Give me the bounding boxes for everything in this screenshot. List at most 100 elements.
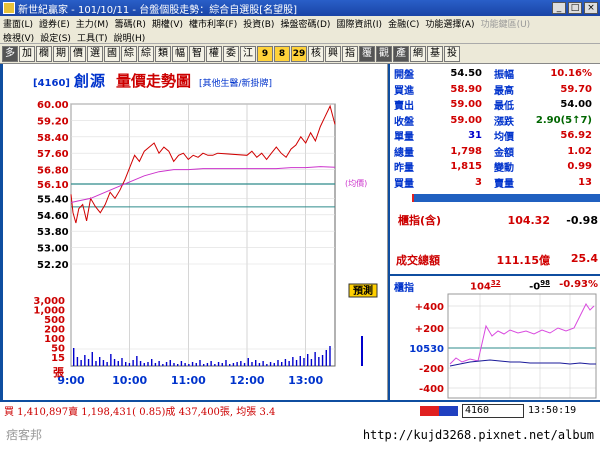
menu-item-row1-1[interactable]: 證券(E) [39, 17, 70, 30]
volume-bar [128, 363, 131, 366]
toolbar-button-17[interactable]: 29 [291, 45, 307, 62]
menu-item-row2-2[interactable]: 工具(T) [77, 31, 108, 44]
toolbar-button-3[interactable]: 期 [53, 45, 69, 62]
volume-bar [266, 364, 268, 366]
quote-value: 0.99 [567, 161, 592, 173]
toolbar-button-1[interactable]: 加 [19, 45, 35, 62]
toolbar-button-26[interactable]: 投 [444, 45, 460, 62]
volume-bar [206, 363, 209, 366]
quote-row: 收盤 59.00 漲跌 2.90(5↑7) [390, 113, 600, 129]
menu-item-row2-3[interactable]: 說明(H) [113, 31, 145, 44]
toolbar-button-7[interactable]: 綜 [121, 45, 137, 62]
price-line [70, 104, 336, 224]
menu-item-row1-0[interactable]: 畫面(L) [3, 17, 33, 30]
toolbar-button-18[interactable]: 核 [308, 45, 324, 62]
menu-item-row1-3[interactable]: 籌碼(R) [115, 17, 146, 30]
volume-unit-label: 張 [53, 366, 65, 379]
price-tick-label: 56.10 [37, 180, 69, 191]
volume-bar [214, 364, 216, 366]
menu-item-row1-10[interactable]: 功能選擇(A) [425, 17, 474, 30]
menu-item-row1-7[interactable]: 操盤密碼(D) [280, 17, 330, 30]
volume-bar [76, 357, 79, 366]
toolbar-button-22[interactable]: 觀 [376, 45, 392, 62]
watermark: 痞客邦 http://kujd3268.pixnet.net/album [0, 419, 600, 450]
volume-bar [232, 363, 235, 366]
quote-row: 總量 1,798 金額 1.02 [390, 144, 600, 160]
toolbar-button-21[interactable]: 覆 [359, 45, 375, 62]
menu-item-row1-9[interactable]: 金融(C) [388, 17, 419, 30]
toolbar-button-24[interactable]: 網 [410, 45, 426, 62]
toolbar-button-25[interactable]: 基 [427, 45, 443, 62]
volume-bar [177, 364, 179, 366]
toolbar-button-2[interactable]: 欄 [36, 45, 52, 62]
clock: 13:50:19 [528, 405, 577, 416]
volume-bar [195, 363, 197, 366]
toolbar-button-23[interactable]: 產 [393, 45, 409, 62]
volume-bar [221, 363, 223, 366]
toolbar-button-10[interactable]: 幅 [172, 45, 188, 62]
mini-tick-label: +400 [415, 302, 444, 313]
close-button[interactable]: × [584, 2, 598, 14]
time-tick-label: 12:00 [229, 374, 264, 387]
time-tick-label: 10:00 [112, 374, 147, 387]
toolbar-button-4[interactable]: 價 [70, 45, 86, 62]
plot-frame [70, 103, 336, 367]
menu-item-row1-6[interactable]: 投資(B) [243, 17, 274, 30]
toolbar-button-9[interactable]: 類 [155, 45, 171, 62]
menu-item-row2-0[interactable]: 檢視(V) [3, 31, 34, 44]
toolbar-button-14[interactable]: 江 [240, 45, 256, 62]
quote-panel: 開盤 54.50 振幅 10.16% 買進 58.90 最高 59.70 賣出 59.00 最低 54… [388, 64, 600, 400]
volume-bar [210, 361, 212, 366]
quote-value: 54.00 [560, 99, 592, 111]
volume-bar [121, 358, 123, 366]
chart-canvas: 9:00 10:00 11:00 12:00 13:0060.0059.2058.405… [33, 100, 378, 387]
menu-item-row1-8[interactable]: 國際資訊(I) [336, 17, 382, 30]
toolbar-button-13[interactable]: 委 [223, 45, 239, 62]
industry-link[interactable]: [其他生醫/新掛牌] [199, 76, 272, 89]
index-change: -0.98 [566, 213, 598, 227]
volume-bar [318, 357, 320, 366]
toolbar-button-6[interactable]: 國 [104, 45, 120, 62]
toolbar-button-5[interactable]: 選 [87, 45, 103, 62]
toolbar-button-12[interactable]: 權 [206, 45, 222, 62]
volume-bar [143, 363, 145, 366]
quote-value: 59.00 [450, 99, 482, 111]
volume-bar [188, 364, 190, 366]
panel-divider [390, 194, 600, 202]
menu-item-row1-2[interactable]: 主力(M) [76, 17, 109, 30]
mini-index-line [449, 303, 595, 365]
volume-bar [158, 361, 160, 366]
volume-bar [269, 362, 272, 366]
toolbar-button-0[interactable]: 多 [2, 45, 18, 62]
stock-name: 創源 [73, 72, 106, 90]
quote-value: 1,798 [450, 145, 482, 157]
quote-value: 3 [475, 176, 482, 188]
toolbar-button-11[interactable]: 智 [189, 45, 205, 62]
volume-bar [240, 361, 242, 366]
toolbar-button-20[interactable]: 指 [342, 45, 358, 62]
menu-item-row1-11[interactable]: 功能鍵區(U) [481, 17, 531, 30]
volume-bar [203, 364, 205, 366]
volume-bar [361, 336, 363, 366]
quote-value: 2.90(5↑7) [535, 114, 592, 126]
menu-item-row1-5[interactable]: 權市利率(F) [189, 17, 237, 30]
menu-item-row1-4[interactable]: 期權(V) [152, 17, 183, 30]
mini-frame [447, 293, 597, 399]
quote-value: 56.92 [560, 130, 592, 142]
volume-bar [151, 359, 153, 366]
stock-code-input[interactable] [462, 403, 524, 418]
toolbar-button-8[interactable]: 綜 [138, 45, 154, 62]
volume-bar [281, 362, 283, 366]
minimize-button[interactable]: _ [552, 2, 566, 14]
price-tick-label: 57.60 [37, 149, 69, 160]
quote-row: 買進 58.90 最高 59.70 [390, 82, 600, 98]
toolbar-button-15[interactable]: 9 [257, 45, 273, 62]
volume-bar [277, 360, 279, 366]
quote-label: 金額 [494, 147, 514, 159]
time-tick-label: 11:00 [171, 374, 206, 387]
toolbar-button-16[interactable]: 8 [274, 45, 290, 62]
volume-bar [110, 354, 112, 366]
menu-item-row2-1[interactable]: 設定(S) [40, 31, 71, 44]
toolbar-button-19[interactable]: 興 [325, 45, 341, 62]
maximize-button[interactable]: □ [568, 2, 582, 14]
